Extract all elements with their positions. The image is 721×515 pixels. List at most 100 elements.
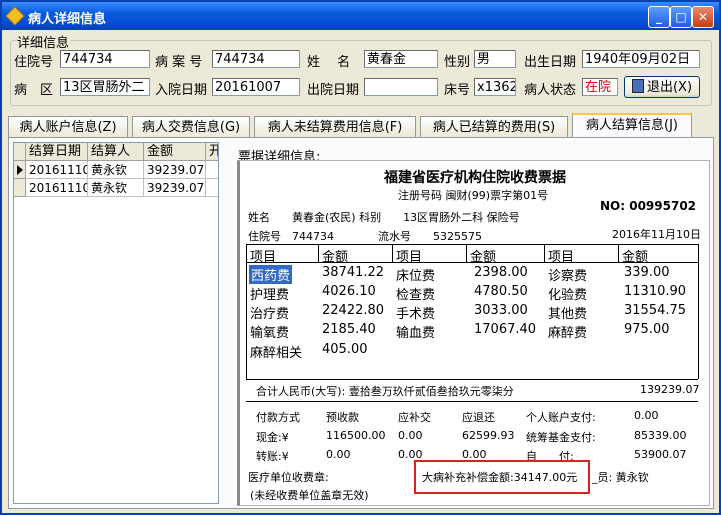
receipt-col-header: 项目 (250, 250, 277, 265)
receipt-item-amount: 2398.00 (474, 265, 528, 280)
maximize-button[interactable]: □ (670, 6, 692, 28)
bed-label: 床号 (444, 83, 471, 98)
receipt-item-amount: 17067.40 (474, 322, 537, 337)
pay-header: 应退还 (462, 411, 495, 424)
total-bottom-line (246, 401, 698, 402)
tab-payment-info[interactable]: 病人交费信息(G) (132, 116, 250, 137)
minimize-button[interactable]: _ (648, 6, 670, 28)
pay-header: 预收款 (326, 411, 359, 424)
case-no-field[interactable]: 744734 (212, 50, 300, 68)
col-sep (318, 244, 319, 262)
fund-label: 统筹基金支付: (526, 431, 596, 444)
grid-header-extra[interactable]: 开 (206, 143, 218, 161)
tab-unsettled-fees[interactable]: 病人未结算费用信息(F) (254, 116, 416, 137)
transfer-label: 转账:¥ (256, 450, 289, 463)
bed-field[interactable]: x1362 (474, 78, 516, 96)
case-no-label: 病 案 号 (155, 55, 203, 70)
receipt-item-amount: 11310.90 (624, 284, 687, 299)
receipt-item-label: 检查费 (396, 288, 436, 303)
window-title: 病人详细信息 (28, 12, 107, 27)
birth-label: 出生日期 (524, 55, 577, 70)
receipt-id-line: 住院号 744734 流水号 5325575 (248, 230, 482, 243)
transfer-prepaid: 0.00 (326, 448, 351, 461)
receipt-item-label: 床位费 (396, 269, 436, 284)
self-pay-value: 53900.07 (634, 448, 687, 461)
table-cell[interactable] (206, 179, 218, 197)
current-row-arrow-icon (17, 165, 23, 175)
receipt-date: 2016年11月10日 (612, 228, 701, 241)
admit-date-field[interactable]: 20161007 (212, 78, 300, 96)
birth-field[interactable]: 1940年09月02日 (582, 50, 700, 68)
receipt-item-amount: 405.00 (322, 342, 368, 357)
pay-header: 个人账户支付: (526, 411, 596, 424)
receipt-title: 福建省医疗机构住院收费票据 (384, 170, 566, 186)
col-sep (466, 244, 467, 262)
exit-door-icon (631, 79, 644, 93)
grid-header-amount[interactable]: 金额 (144, 143, 206, 161)
pay-value: 0.00 (634, 409, 659, 422)
tab-settled-fees[interactable]: 病人已结算的费用(S) (420, 116, 568, 137)
highlight-box (414, 460, 590, 494)
receipt-item-amount: 22422.80 (322, 303, 385, 318)
receipt-item-label: 护理费 (250, 288, 290, 303)
col-sep (618, 244, 619, 262)
tab-account-info[interactable]: 病人账户信息(Z) (8, 116, 128, 137)
cash-refund: 62599.93 (462, 429, 515, 442)
admission-no-label: 住院号 (14, 55, 54, 70)
receipt-col-header: 金额 (322, 250, 349, 265)
table-cell[interactable]: 20161110 (26, 161, 88, 179)
app-icon (5, 6, 25, 26)
receipt-item-label: 治疗费 (250, 307, 290, 322)
table-right-line (698, 244, 699, 379)
table-top-line (246, 244, 698, 245)
name-field[interactable]: 黄春金 (364, 50, 438, 68)
status-field[interactable]: 在院 (582, 78, 618, 96)
pay-header: 应补交 (398, 411, 431, 424)
receipt: 福建省医疗机构住院收费票据 注册号码 闽财(99)票字第01号 NO: 0099… (237, 160, 710, 506)
title-bar: 病人详细信息 _ □ ✕ (2, 2, 719, 30)
admission-no-field[interactable]: 744734 (60, 50, 150, 68)
table-cell[interactable] (206, 161, 218, 179)
receipt-total-value: 139239.07 (640, 383, 700, 396)
admit-date-label: 入院日期 (155, 83, 208, 98)
close-button[interactable]: ✕ (692, 6, 714, 28)
row-indicator (14, 161, 26, 179)
receipt-item-label: 西药费 (249, 265, 293, 284)
table-cell[interactable]: 39239.07 (144, 161, 206, 179)
receipt-item-amount: 975.00 (624, 322, 670, 337)
exit-button[interactable]: 退出(X) (624, 76, 700, 98)
receipt-item-amount: 3033.00 (474, 303, 528, 318)
ward-field[interactable]: 13区胃肠外二 (60, 78, 150, 96)
cash-label: 现金:¥ (256, 431, 289, 444)
receipt-registration: 注册号码 闽财(99)票字第01号 (398, 189, 549, 202)
receipt-item-label: 化验费 (548, 288, 588, 303)
receipt-item-amount: 2185.40 (322, 322, 376, 337)
discharge-date-field[interactable] (364, 78, 438, 96)
cashier: _员: 黄永钦 (592, 471, 649, 484)
col-sep (392, 244, 393, 262)
grid-header-date[interactable]: 结算日期 (26, 143, 88, 161)
fund-value: 85339.00 (634, 429, 687, 442)
table-cell[interactable]: 20161110 (26, 179, 88, 197)
grid-header-person[interactable]: 结算人 (88, 143, 144, 161)
table-cell[interactable]: 黄永钦 (88, 179, 144, 197)
receipt-item-label: 其他费 (548, 307, 588, 322)
receipt-item-label: 麻醉费 (548, 326, 588, 341)
table-cell[interactable]: 黄永钦 (88, 161, 144, 179)
name-label: 姓 名 (307, 55, 351, 70)
receipt-item-label: 输氧费 (250, 326, 290, 341)
details-group-title: 详细信息 (16, 32, 71, 51)
col-sep (544, 244, 545, 262)
discharge-date-label: 出院日期 (307, 83, 360, 98)
table-cell[interactable]: 39239.07 (144, 179, 206, 197)
pay-header: 付款方式 (256, 411, 300, 424)
gender-label: 性别 (444, 55, 471, 70)
gender-field[interactable]: 男 (474, 50, 516, 68)
receipt-number: NO: 00995702 (600, 199, 697, 213)
stamp-label: 医疗单位收费章: (248, 471, 329, 484)
receipt-col-header: 项目 (548, 250, 575, 265)
tab-settlement-info[interactable]: 病人结算信息(J) (572, 113, 692, 138)
receipt-item-label: 麻醉相关 (250, 346, 303, 361)
receipt-item-amount: 38741.22 (322, 265, 385, 280)
row-indicator (14, 179, 26, 197)
